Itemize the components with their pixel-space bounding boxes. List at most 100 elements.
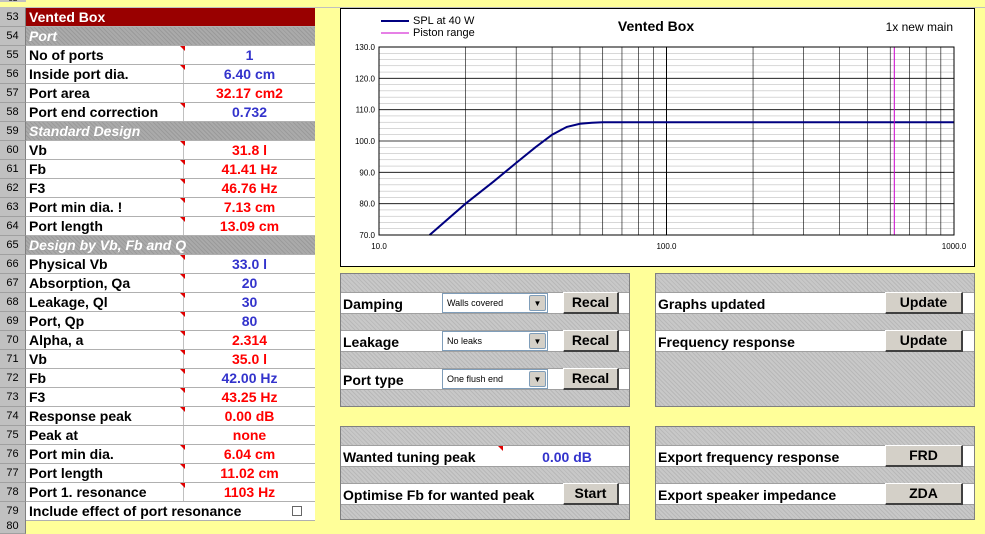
spl-chart: 70.0 80.0 90.0 100.0 110.0 120.0 130.0 10.0 100… [355,15,967,251]
damping-label: Damping [343,296,403,312]
parameter-label: Standard Design [29,123,141,139]
parameter-value[interactable]: 0.732 [184,103,315,121]
parameter-value[interactable]: 33.0 l [184,255,315,273]
parameter-label: Alpha, a [26,331,184,349]
frequency-response-label: Frequency response [658,334,795,350]
frd-button[interactable]: FRD [885,445,963,467]
parameter-row: Response peak 0.00 dB [26,407,315,426]
row-number: 63 [0,198,26,217]
parameter-label: Absorption, Qa [26,274,184,292]
row-number: 61 [0,160,26,179]
zda-button[interactable]: ZDA [885,483,963,505]
tuning-panel: Wanted tuning peak 0.00 dB Optimise Fb f… [340,426,630,520]
parameter-label: Port end correction [26,103,184,121]
parameter-value[interactable]: 42.00 Hz [184,369,315,387]
export-frd-row: Export frequency response FRD [656,445,974,467]
chart-title: Vented Box [618,18,694,34]
section-header: Design by Vb, Fb and Q [26,236,315,255]
parameter-value: 11.02 cm [220,465,279,481]
porttype-dropdown[interactable]: One flush end [442,369,548,389]
parameter-value: 41.41 Hz [221,161,278,177]
damping-row: Damping Walls covered Recal [341,292,629,314]
recal-leakage-button[interactable]: Recal [563,330,619,352]
porttype-row: Port type One flush end Recal [341,368,629,390]
legend-piston-label: Piston range [413,27,475,39]
parameter-row: F3 46.76 Hz [26,179,315,198]
section-header: Standard Design [26,122,315,141]
parameter-label: Design by Vb, Fb and Q [29,237,187,253]
x-tick-label: 10.0 [371,242,387,251]
row-number: 57 [0,84,26,103]
x-tick-label: 100.0 [656,242,677,251]
export-zda-label: Export speaker impedance [658,487,837,503]
row-number: 64 [0,217,26,236]
leakage-value: No leaks [447,336,483,346]
row-number: 74 [0,407,26,426]
parameter-value: 35.0 l [231,351,268,367]
wanted-peak-value[interactable]: 0.00 dB [503,446,631,468]
update-frequency-button[interactable]: Update [885,330,963,352]
chart-panel: 70.0 80.0 90.0 100.0 110.0 120.0 130.0 10.0 100… [340,8,975,267]
frequency-response-row: Frequency response Update [656,330,974,352]
parameter-label: Port, Qp [26,312,184,330]
parameter-value: 43.25 Hz [221,389,278,405]
porttype-label: Port type [343,372,404,388]
optimise-label: Optimise Fb for wanted peak [343,487,535,503]
parameter-row: Vb 35.0 l [26,350,315,369]
export-frd-label: Export frequency response [658,449,840,465]
row-number: 52 [0,0,26,3]
parameter-value[interactable]: 6.40 cm [184,65,315,83]
parameter-row: Alpha, a 2.314 [26,331,315,350]
row-number: 73 [0,388,26,407]
parameter-row: Absorption, Qa 20 [26,274,315,293]
chevron-down-icon[interactable] [529,333,546,349]
row-number: 55 [0,46,26,65]
update-graphs-button[interactable]: Update [885,292,963,314]
parameter-row: Port min dia. 6.04 cm [26,445,315,464]
row-number: 80 [0,519,26,534]
parameter-label: F3 [26,388,184,406]
sheet-title: Vented Box [26,8,315,27]
parameter-row: Port 1. resonance 1103 Hz [26,483,315,502]
y-tick-label: 70.0 [359,231,375,240]
y-tick-label: 90.0 [359,168,375,177]
parameter-row: Port length 13.09 cm [26,217,315,236]
y-tick-label: 80.0 [359,200,375,209]
parameter-row: Include effect of port resonance [26,502,315,521]
graphs-updated-row: Graphs updated Update [656,292,974,314]
leakage-label: Leakage [343,334,400,350]
parameter-label: Port 1. resonance [26,483,184,501]
port-resonance-checkbox[interactable] [292,506,302,516]
recal-porttype-button[interactable]: Recal [563,368,619,390]
leakage-dropdown[interactable]: No leaks [442,331,548,351]
damping-dropdown[interactable]: Walls covered [442,293,548,313]
start-button[interactable]: Start [563,483,619,505]
row-number: 78 [0,483,26,502]
parameter-label: Peak at [26,426,184,444]
parameter-label: Vb [26,350,184,368]
parameter-value[interactable]: 30 [184,293,315,311]
row-number: 71 [0,350,26,369]
parameter-value: 2.314 [231,332,268,348]
chevron-down-icon[interactable] [529,371,546,387]
parameter-value[interactable]: 1 [184,46,315,64]
x-tick-labels: 10.0 100.0 1000.0 [371,242,967,251]
chart-subtitle: 1x new main [886,20,953,34]
parameter-value[interactable]: 20 [184,274,315,292]
row-number: 76 [0,445,26,464]
chart-grid [378,46,955,236]
parameter-row: Port end correction 0.732 [26,103,315,122]
optimise-row: Optimise Fb for wanted peak Start [341,483,629,505]
row-number: 67 [0,274,26,293]
update-panel: Graphs updated Update Frequency response… [655,273,975,407]
x-tick-label: 1000.0 [942,242,967,251]
row-number: 58 [0,103,26,122]
recal-damping-button[interactable]: Recal [563,292,619,314]
parameter-value: 32.17 cm2 [216,85,283,101]
parameter-value[interactable]: 80 [184,312,315,330]
parameter-row: Inside port dia. 6.40 cm [26,65,315,84]
chevron-down-icon[interactable] [529,295,546,311]
section-header: Port [26,27,315,46]
row-number: 65 [0,236,26,255]
parameter-row: Physical Vb 33.0 l [26,255,315,274]
